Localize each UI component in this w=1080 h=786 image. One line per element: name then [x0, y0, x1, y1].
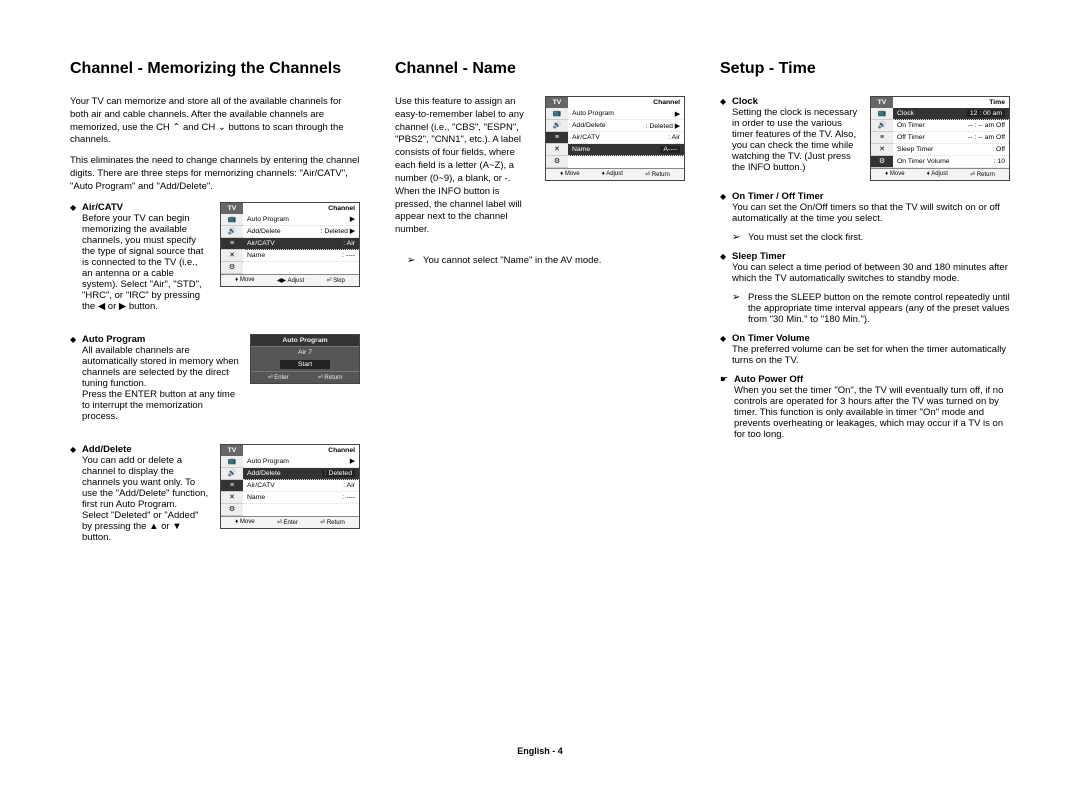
bullet-clock: Clock Setting the clock is necessary in …: [720, 96, 860, 173]
note-name-av: You cannot select "Name" in the AV mode.: [407, 255, 685, 266]
intro-2: This eliminates the need to change chann…: [70, 155, 360, 193]
intro-1: Your TV can memorize and store all of th…: [70, 96, 360, 147]
bullet-add-delete: Add/Delete You can add or delete a chann…: [70, 444, 210, 543]
page-footer: English - 4: [0, 746, 1080, 756]
bullet-sleep-timer: Sleep Timer You can select a time period…: [720, 251, 1010, 284]
bullet-auto-program: Auto Program All available channels are …: [70, 334, 240, 422]
bullet-air-catv: Air/CATV Before your TV can begin memori…: [70, 202, 210, 312]
channel-name-text: Use this feature to assign an easy-to-re…: [395, 96, 535, 237]
osd-channel-aircatv: TVChannel 📺🔊≡✕⚙ Auto Program▶ Add/Delete…: [220, 202, 360, 287]
note-sleep-button: Press the SLEEP button on the remote con…: [732, 292, 1010, 325]
heading-col2: Channel - Name: [395, 60, 685, 78]
osd-channel-adddelete: TVChannel 📺🔊≡✕⚙ Auto Program▶ Add/Delete…: [220, 444, 360, 529]
col-channel-memorizing: Channel - Memorizing the Channels Your T…: [70, 60, 360, 565]
page-columns: Channel - Memorizing the Channels Your T…: [70, 60, 1010, 565]
osd-auto-program-popup: Auto Program Air 7 Start ⏎ Enter⏎ Return: [250, 334, 360, 384]
osd-channel-name: TVChannel 📺🔊≡✕⚙ Auto Program▶ Add/Delete…: [545, 96, 685, 181]
bullet-on-timer-volume: On Timer Volume The preferred volume can…: [720, 333, 1010, 366]
heading-col1: Channel - Memorizing the Channels: [70, 60, 360, 78]
col-setup-time: Setup - Time Clock Setting the clock is …: [720, 60, 1010, 565]
osd-time: TVTime 📺🔊≡✕⚙ Clock12 : 00 am On Timer-- …: [870, 96, 1010, 181]
bullet-on-off-timer: On Timer / Off Timer You can set the On/…: [720, 191, 1010, 224]
note-set-clock: You must set the clock first.: [732, 232, 1010, 243]
heading-col3: Setup - Time: [720, 60, 1010, 78]
pointer-auto-power-off: Auto Power Off When you set the timer "O…: [720, 374, 1010, 440]
col-channel-name: Channel - Name Use this feature to assig…: [395, 60, 685, 565]
